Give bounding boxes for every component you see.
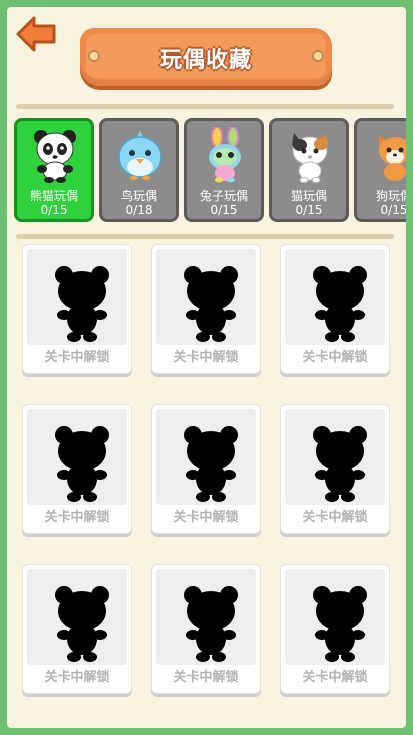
unlock-hint-label: 关卡中解锁 [173, 510, 239, 525]
tab-count: 0/15 [40, 203, 68, 217]
back-button[interactable] [14, 14, 58, 54]
tab-count: 0/15 [295, 203, 323, 217]
doll-card-locked[interactable]: 关卡中解锁 [280, 404, 390, 534]
unlock-hint-label: 关卡中解锁 [302, 350, 368, 365]
doll-image-slot [285, 249, 385, 345]
unlock-hint-label: 关卡中解锁 [44, 350, 110, 365]
doll-image-slot [27, 249, 127, 345]
unlock-hint-label: 关卡中解锁 [173, 670, 239, 685]
divider-top [16, 104, 394, 109]
tab-rabbit[interactable]: 兔子玩偶 0/15 [184, 118, 264, 222]
locked-silhouette-icon [184, 586, 238, 662]
dog-icon [379, 135, 406, 181]
doll-image-slot [285, 409, 385, 505]
tab-dog[interactable]: 狗玩偶 0/15 [354, 118, 406, 222]
doll-card-locked[interactable]: 关卡中解锁 [151, 404, 261, 534]
bird-icon [118, 131, 162, 180]
doll-card-locked[interactable]: 关卡中解锁 [151, 244, 261, 374]
locked-silhouette-icon [55, 266, 109, 342]
locked-silhouette-icon [55, 586, 109, 662]
doll-image-slot [27, 569, 127, 665]
category-tabs: 熊猫玩偶 0/15 鸟玩偶 0/18 兔子玩偶 0/15 猫玩偶 0/15 狗玩… [13, 118, 406, 222]
locked-silhouette-icon [55, 426, 109, 502]
tab-label: 鸟玩偶 [120, 189, 157, 203]
cat-icon [292, 133, 328, 183]
doll-card-locked[interactable]: 关卡中解锁 [280, 244, 390, 374]
doll-image-slot [27, 409, 127, 505]
unlock-hint-label: 关卡中解锁 [302, 670, 368, 685]
tab-cat[interactable]: 猫玩偶 0/15 [269, 118, 349, 222]
divider-bottom [16, 234, 394, 239]
doll-card-locked[interactable]: 关卡中解锁 [280, 564, 390, 694]
doll-image-slot [285, 569, 385, 665]
locked-silhouette-icon [184, 266, 238, 342]
page-title: 玩偶收藏 [159, 48, 252, 73]
tab-label: 熊猫玩偶 [29, 189, 78, 203]
locked-silhouette-icon [184, 426, 238, 502]
doll-card-locked[interactable]: 关卡中解锁 [22, 244, 132, 374]
locked-silhouette-icon [313, 266, 367, 342]
unlock-hint-label: 关卡中解锁 [302, 510, 368, 525]
doll-card-locked[interactable]: 关卡中解锁 [22, 564, 132, 694]
tab-panda[interactable]: 熊猫玩偶 0/15 [14, 118, 94, 222]
tab-label: 狗玩偶 [375, 189, 406, 203]
unlock-hint-label: 关卡中解锁 [44, 670, 110, 685]
tab-count: 0/15 [210, 203, 238, 217]
panda-icon [34, 130, 76, 183]
tab-count: 0/15 [380, 203, 406, 217]
doll-image-slot [156, 249, 256, 345]
doll-card-locked[interactable]: 关卡中解锁 [151, 564, 261, 694]
tab-bird[interactable]: 鸟玩偶 0/18 [99, 118, 179, 222]
unlock-hint-label: 关卡中解锁 [173, 350, 239, 365]
locked-silhouette-icon [313, 426, 367, 502]
doll-image-slot [156, 569, 256, 665]
title-banner: 玩偶收藏 [80, 28, 332, 90]
locked-silhouette-icon [313, 586, 367, 662]
rabbit-icon [209, 127, 241, 183]
back-arrow-icon [16, 16, 56, 52]
tab-label: 猫玩偶 [290, 189, 327, 203]
tab-count: 0/18 [125, 203, 153, 217]
tab-label: 兔子玩偶 [199, 189, 248, 203]
doll-image-slot [156, 409, 256, 505]
unlock-hint-label: 关卡中解锁 [44, 510, 110, 525]
doll-card-locked[interactable]: 关卡中解锁 [22, 404, 132, 534]
